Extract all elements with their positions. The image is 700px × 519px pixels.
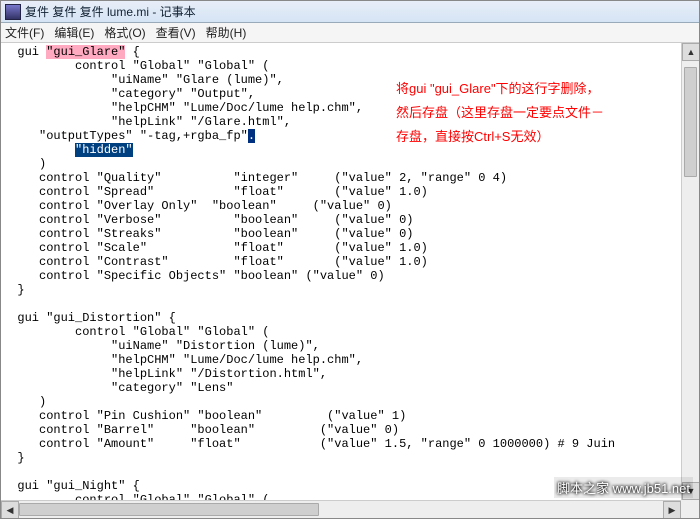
output-types-line: "outputTypes" "-tag,+rgba_fp" <box>3 129 248 143</box>
vscroll-thumb[interactable] <box>684 67 697 177</box>
scrollbar-corner <box>681 500 699 518</box>
gui-glare-highlight: "gui_Glare" <box>46 45 125 59</box>
menu-format[interactable]: 格式(O) <box>104 24 145 41</box>
notepad-window: 复件 复件 复件 lume.mi - 记事本 文件(F) 编辑(E) 格式(O)… <box>0 0 700 519</box>
menu-file[interactable]: 文件(F) <box>5 24 44 41</box>
annotation-line2: 然后存盘（这里存盘一定要点文件－ <box>396 101 676 125</box>
annotation-text: 将gui "gui_Glare"下的这行字删除， 然后存盘（这里存盘一定要点文件… <box>396 77 676 149</box>
code-block-pre: control "Global" "Global" ( "uiName" "Gl… <box>3 59 363 129</box>
vertical-scrollbar[interactable]: ▲ ▼ <box>681 43 699 500</box>
notepad-icon <box>5 4 21 20</box>
annotation-line3: 存盘，直接按Ctrl+S无效） <box>396 125 676 149</box>
selection-dot: . <box>248 129 255 143</box>
code-block-post: ) control "Quality" "integer" ("value" 2… <box>3 157 615 500</box>
horizontal-scrollbar[interactable]: ◀ ▶ <box>1 500 681 518</box>
titlebar[interactable]: 复件 复件 复件 lume.mi - 记事本 <box>1 1 699 23</box>
watermark: 脚本之家 www.jb51.net <box>554 477 693 498</box>
vscroll-track[interactable] <box>682 61 699 482</box>
scroll-left-button[interactable]: ◀ <box>1 501 19 518</box>
menu-edit[interactable]: 编辑(E) <box>54 24 94 41</box>
content-area: gui "gui_Glare" { control "Global" "Glob… <box>1 43 699 518</box>
scroll-up-button[interactable]: ▲ <box>682 43 699 61</box>
hidden-highlight: "hidden" <box>75 143 133 157</box>
menu-help[interactable]: 帮助(H) <box>206 24 247 41</box>
menu-view[interactable]: 查看(V) <box>156 24 196 41</box>
scroll-right-button[interactable]: ▶ <box>663 501 681 518</box>
code-gui-suffix: { <box>125 45 139 59</box>
hscroll-track[interactable] <box>19 501 663 518</box>
menubar: 文件(F) 编辑(E) 格式(O) 查看(V) 帮助(H) <box>1 23 699 43</box>
code-gui-prefix: gui <box>3 45 46 59</box>
window-title: 复件 复件 复件 lume.mi - 记事本 <box>25 3 196 20</box>
hscroll-thumb[interactable] <box>19 503 319 516</box>
annotation-line1: 将gui "gui_Glare"下的这行字删除， <box>396 77 676 101</box>
